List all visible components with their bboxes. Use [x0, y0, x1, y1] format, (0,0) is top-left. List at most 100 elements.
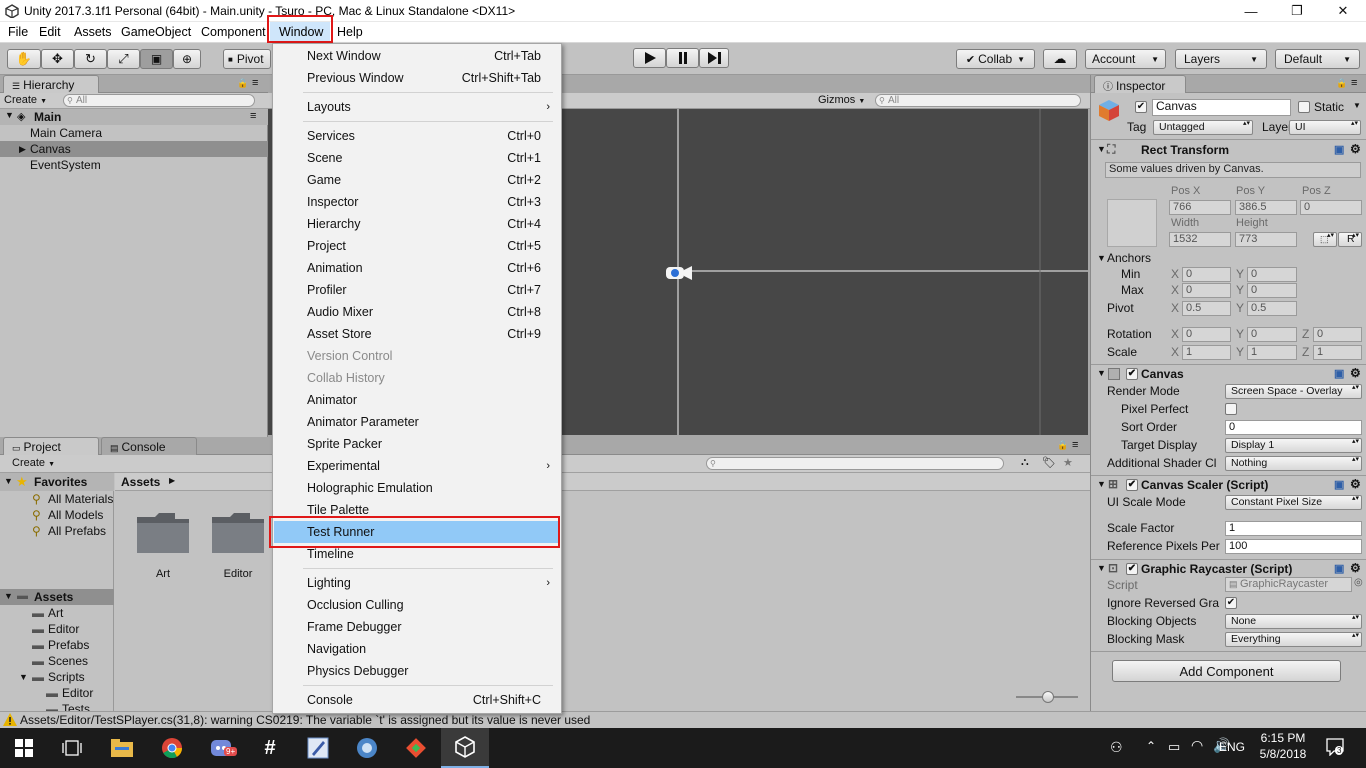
- account-dropdown[interactable]: Account ▼: [1085, 49, 1166, 69]
- menu-edit[interactable]: Edit: [38, 25, 62, 39]
- hierarchy-search-input[interactable]: ⚲ All: [63, 94, 255, 107]
- rect-transform-header[interactable]: ▼ ⛶ Rect Transform ▣ ⚙: [1091, 142, 1366, 160]
- blueprint-button[interactable]: ⬚: [1313, 232, 1337, 247]
- blocking-mask-dropdown[interactable]: Everything: [1225, 632, 1362, 647]
- favorites-header[interactable]: ▼ ★ Favorites: [0, 473, 114, 491]
- add-component-button[interactable]: Add Component: [1112, 660, 1341, 682]
- scale-x-field[interactable]: 1: [1182, 345, 1231, 360]
- scale-z-field[interactable]: 1: [1313, 345, 1362, 360]
- raw-edit-button[interactable]: R: [1338, 232, 1362, 247]
- menu-item-sprite-packer[interactable]: Sprite Packer: [274, 433, 560, 455]
- hierarchy-item-main-camera[interactable]: Main Camera: [0, 125, 268, 141]
- lock-icon[interactable]: 🔒: [1336, 78, 1347, 89]
- tab-console[interactable]: ▤ Console: [101, 437, 197, 455]
- tree-folder-scripts-tests[interactable]: ▬ Tests: [0, 701, 114, 711]
- expand-arrow-icon[interactable]: ▼: [1097, 479, 1106, 489]
- tab-inspector[interactable]: ⓘ Inspector: [1094, 75, 1186, 93]
- menu-assets[interactable]: Assets: [73, 25, 113, 39]
- pause-button[interactable]: [666, 48, 699, 68]
- tree-folder-art[interactable]: ▬ Art: [0, 605, 114, 621]
- panel-menu-icon[interactable]: ≡: [252, 77, 258, 89]
- menu-item-profiler[interactable]: Profiler Ctrl+7: [274, 279, 560, 301]
- hierarchy-item-eventsystem[interactable]: EventSystem: [0, 157, 268, 173]
- expand-arrow-icon[interactable]: ▼: [19, 669, 28, 685]
- canvas-enabled-checkbox[interactable]: ✔: [1126, 368, 1138, 380]
- grid-folder-art[interactable]: Art: [135, 509, 195, 580]
- grid-folder-editor[interactable]: Editor: [210, 509, 270, 580]
- menu-item-navigation[interactable]: Navigation: [274, 638, 560, 660]
- raycaster-enabled-checkbox[interactable]: ✔: [1126, 563, 1138, 575]
- menu-item-frame-debugger[interactable]: Frame Debugger: [274, 616, 560, 638]
- menu-item-audio-mixer[interactable]: Audio Mixer Ctrl+8: [274, 301, 560, 323]
- object-name-field[interactable]: Canvas: [1152, 99, 1291, 116]
- expand-arrow-icon[interactable]: ▼: [4, 591, 13, 601]
- menu-item-console[interactable]: Console Ctrl+Shift+C: [274, 689, 560, 711]
- scale-y-field[interactable]: 1: [1247, 345, 1297, 360]
- tree-folder-scripts-editor[interactable]: ▬ Editor: [0, 685, 114, 701]
- menu-component[interactable]: Component: [200, 25, 267, 39]
- shader-channels-dropdown[interactable]: Nothing: [1225, 456, 1362, 471]
- object-picker-icon[interactable]: ◎: [1354, 577, 1363, 588]
- people-icon[interactable]: ⚇: [1110, 739, 1123, 756]
- task-view-button[interactable]: [48, 728, 96, 768]
- panel-menu-icon[interactable]: ≡: [1351, 77, 1357, 89]
- tree-folder-prefabs[interactable]: ▬ Prefabs: [0, 637, 114, 653]
- expand-arrow-icon[interactable]: ▼: [5, 110, 14, 120]
- menu-item-next-window[interactable]: Next Window Ctrl+Tab: [274, 45, 560, 67]
- panel-menu-icon[interactable]: ≡: [1072, 439, 1078, 451]
- taskbar-app-blue[interactable]: [343, 728, 391, 768]
- menu-item-scene[interactable]: Scene Ctrl+1: [274, 147, 560, 169]
- clock[interactable]: 6:15 PM 5/8/2018: [1255, 731, 1311, 765]
- transform-tool-button[interactable]: ⊕: [173, 49, 201, 69]
- collab-dropdown[interactable]: ✔ Collab ▼: [956, 49, 1035, 69]
- menu-item-lighting[interactable]: Lighting ›: [274, 572, 560, 594]
- menu-item-holographic-emulation[interactable]: Holographic Emulation: [274, 477, 560, 499]
- width-field[interactable]: 1532: [1169, 232, 1231, 247]
- anchor-max-x-field[interactable]: 0: [1182, 283, 1231, 298]
- dropdown-arrow-icon[interactable]: ▼: [1353, 101, 1361, 110]
- expand-arrow-icon[interactable]: ▼: [1097, 144, 1106, 154]
- chevron-up-icon[interactable]: ⌃: [1146, 739, 1156, 753]
- canvas-scaler-header[interactable]: ▼ ⊞ ✔ Canvas Scaler (Script) ▣ ⚙: [1091, 477, 1366, 495]
- collapsed-arrow-icon[interactable]: ▶: [19, 141, 26, 157]
- gear-icon[interactable]: ⚙: [1350, 561, 1361, 575]
- canvas-component-header[interactable]: ▼ ✔ Canvas ▣ ⚙: [1091, 366, 1366, 384]
- taskbar-paint[interactable]: [294, 728, 342, 768]
- tree-folder-scenes[interactable]: ▬ Scenes: [0, 653, 114, 669]
- ui-scale-mode-dropdown[interactable]: Constant Pixel Size: [1225, 495, 1362, 510]
- menu-item-occlusion-culling[interactable]: Occlusion Culling: [274, 594, 560, 616]
- filter-type-icon[interactable]: ⛬: [1021, 456, 1029, 469]
- scene-menu-icon[interactable]: ≡: [250, 110, 256, 122]
- layers-dropdown[interactable]: Layers ▼: [1175, 49, 1267, 69]
- pixel-perfect-checkbox[interactable]: [1225, 403, 1237, 415]
- menu-item-animator[interactable]: Animator: [274, 389, 560, 411]
- taskbar-discord[interactable]: 9+: [197, 728, 245, 768]
- pos-y-field[interactable]: 386.5: [1235, 200, 1297, 215]
- pos-z-field[interactable]: 0: [1300, 200, 1362, 215]
- help-icon[interactable]: ▣: [1334, 562, 1344, 575]
- menu-item-hierarchy[interactable]: Hierarchy Ctrl+4: [274, 213, 560, 235]
- wifi-icon[interactable]: ◠: [1191, 737, 1203, 754]
- camera-gizmo-icon[interactable]: [664, 263, 694, 283]
- sort-order-field[interactable]: 0: [1225, 420, 1362, 435]
- canvas-scaler-enabled-checkbox[interactable]: ✔: [1126, 479, 1138, 491]
- scale-factor-field[interactable]: 1: [1225, 521, 1362, 536]
- help-icon[interactable]: ▣: [1334, 478, 1344, 491]
- breadcrumb[interactable]: Assets: [121, 475, 160, 489]
- menu-item-inspector[interactable]: Inspector Ctrl+3: [274, 191, 560, 213]
- tree-folder-editor[interactable]: ▬ Editor: [0, 621, 114, 637]
- close-button[interactable]: ✕: [1320, 0, 1366, 22]
- menu-item-game[interactable]: Game Ctrl+2: [274, 169, 560, 191]
- rotation-z-field[interactable]: 0: [1313, 327, 1362, 342]
- anchor-min-y-field[interactable]: 0: [1247, 267, 1297, 282]
- pos-x-field[interactable]: 766: [1169, 200, 1231, 215]
- status-bar[interactable]: Assets/Editor/TestSPlayer.cs(31,8): warn…: [0, 711, 1366, 728]
- scene-search-input[interactable]: ⚲ All: [875, 94, 1081, 107]
- gear-icon[interactable]: ⚙: [1350, 366, 1361, 380]
- pivot-toggle[interactable]: ■ Pivot: [223, 49, 271, 69]
- hierarchy-create-button[interactable]: Create ▼: [4, 94, 47, 106]
- script-field[interactable]: ▤ GraphicRaycaster: [1225, 577, 1352, 592]
- gizmos-dropdown[interactable]: Gizmos ▼: [818, 94, 865, 106]
- menu-item-animation[interactable]: Animation Ctrl+6: [274, 257, 560, 279]
- expand-arrow-icon[interactable]: ▼: [1097, 368, 1106, 378]
